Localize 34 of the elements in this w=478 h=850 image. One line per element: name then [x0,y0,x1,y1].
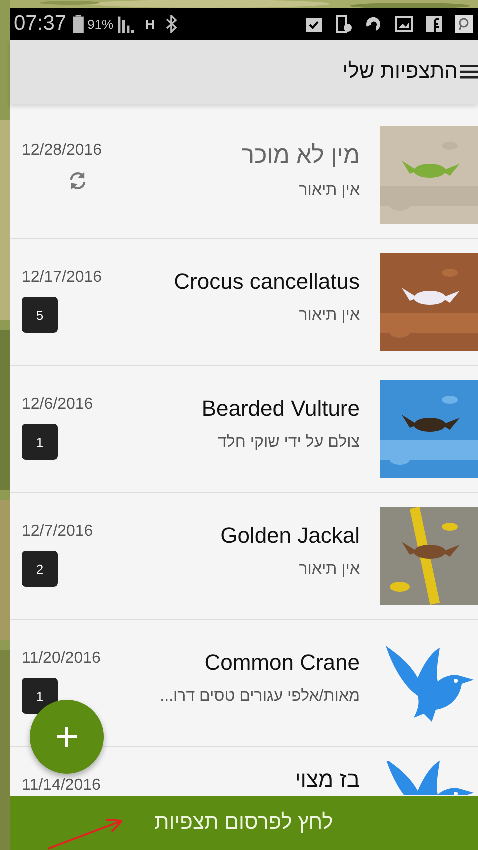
menu-icon[interactable] [460,64,478,80]
species-name: בז מצוי [295,767,360,793]
observation-description: אין תיאור [299,182,360,200]
battery-icon [72,15,84,33]
clock-time: 07:37 [14,12,67,36]
publish-observations-button[interactable]: לחץ לפרסום תצפיות [10,796,478,850]
photo-count-badge: 5 [22,297,58,333]
species-name: Golden Jackal [220,523,360,549]
battery-percent: 91% [88,16,114,32]
observation-description: אין תיאור [299,307,360,325]
species-name: Common Crane [204,650,360,676]
species-name: Crocus cancellatus [174,269,360,295]
observation-date: 12/6/2016 [22,396,94,414]
observation-date: 11/14/2016 [22,777,101,795]
observation-date: 11/20/2016 [22,650,101,668]
species-name: Bearded Vulture [202,396,360,422]
screen-title: התצפיות שלי [342,60,458,84]
image-icon [394,14,414,34]
species-name: מין לא מוכר [242,142,360,170]
social-app-icon [424,14,444,34]
observation-description: אין תיאור [299,561,360,579]
bluetooth-icon [164,15,178,33]
photo-count-badge: 2 [22,551,58,587]
plus-icon [55,725,79,749]
phone-icon [334,14,354,34]
signal-icon [118,15,136,33]
observation-date: 12/28/2016 [22,142,102,160]
photo-count-badge: 1 [22,424,58,460]
network-type: H [146,16,155,32]
observation-description: מאות/אלפי עגורים טסים דרו... [160,688,360,706]
app-icon [454,14,474,34]
observation-date: 12/17/2016 [22,269,102,287]
observation-description: צולם על ידי שוקי חלד [218,434,360,452]
observation-date: 12/7/2016 [22,523,94,541]
